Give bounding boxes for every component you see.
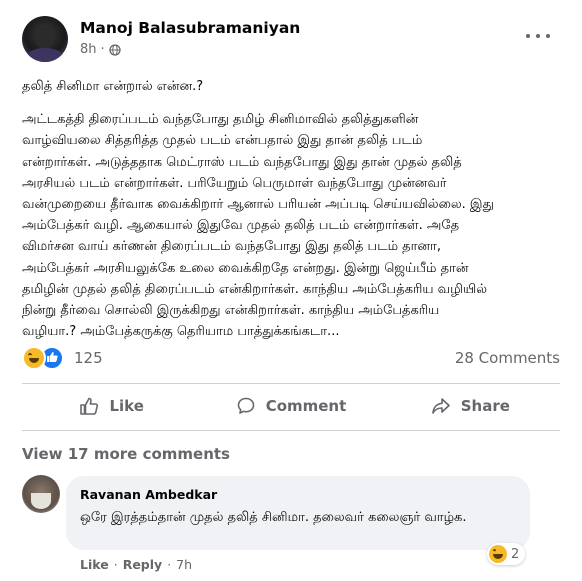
comment-bubble: Ravanan Ambedkar ஒரே இரத்தம்தான் முதல் த… [66, 476, 530, 550]
reaction-summary[interactable]: 125 [22, 346, 103, 370]
divider-bottom [22, 430, 560, 431]
comment-actions-separator: · [113, 557, 118, 572]
comment-time[interactable]: 7h [176, 557, 192, 572]
view-more-comments-link[interactable]: View 17 more comments [22, 445, 230, 463]
globe-icon[interactable] [109, 43, 121, 56]
comment-reply-button[interactable]: Reply [123, 557, 162, 572]
post-meta: 8h · [80, 42, 121, 57]
post-title-line: தலித் சினிமா என்றால் என்ன.? [22, 79, 204, 94]
thumbs-up-icon [80, 397, 99, 415]
post-actions: Like Comment Share [22, 384, 560, 428]
comment-bubble-icon [237, 397, 254, 414]
post-body-text: அட்டகத்தி திரைப்படம் வந்தபோது தமிழ் சினி… [22, 112, 494, 340]
comment-like-button[interactable]: Like [80, 557, 109, 572]
post-header: Manoj Balasubramaniyan 8h · [22, 16, 562, 64]
comment-reaction-count: 2 [511, 546, 520, 562]
comment-author[interactable]: Ravanan Ambedkar [80, 487, 217, 502]
author-avatar[interactable] [22, 16, 68, 62]
haha-reaction-icon [22, 346, 46, 370]
post-time[interactable]: 8h [80, 42, 97, 57]
share-label: Share [460, 397, 510, 415]
comment-text: ஒரே இரத்தம்தான் முதல் தலித் சினிமா. தலைவ… [80, 510, 467, 525]
author-name[interactable]: Manoj Balasubramaniyan [80, 19, 300, 37]
meta-separator: · [100, 42, 105, 57]
commenter-avatar[interactable] [22, 475, 60, 513]
comment-label: Comment [265, 397, 347, 415]
share-arrow-icon [431, 398, 450, 414]
like-button[interactable]: Like [22, 384, 201, 428]
post-body: தலித் சினிமா என்றால் என்ன.? அட்டகத்தி தி… [22, 76, 567, 342]
more-dots-icon[interactable] [526, 28, 550, 44]
comment-actions: Like · Reply · 7h [80, 557, 192, 572]
comment-reaction-summary[interactable]: 2 [487, 543, 526, 565]
like-label: Like [109, 397, 144, 415]
share-button[interactable]: Share [381, 384, 560, 428]
comments-count[interactable]: 28 Comments [455, 349, 560, 367]
comment-actions-separator: · [167, 557, 172, 572]
comment-button[interactable]: Comment [201, 384, 380, 428]
haha-reaction-icon [489, 545, 507, 563]
reaction-count[interactable]: 125 [74, 349, 103, 367]
